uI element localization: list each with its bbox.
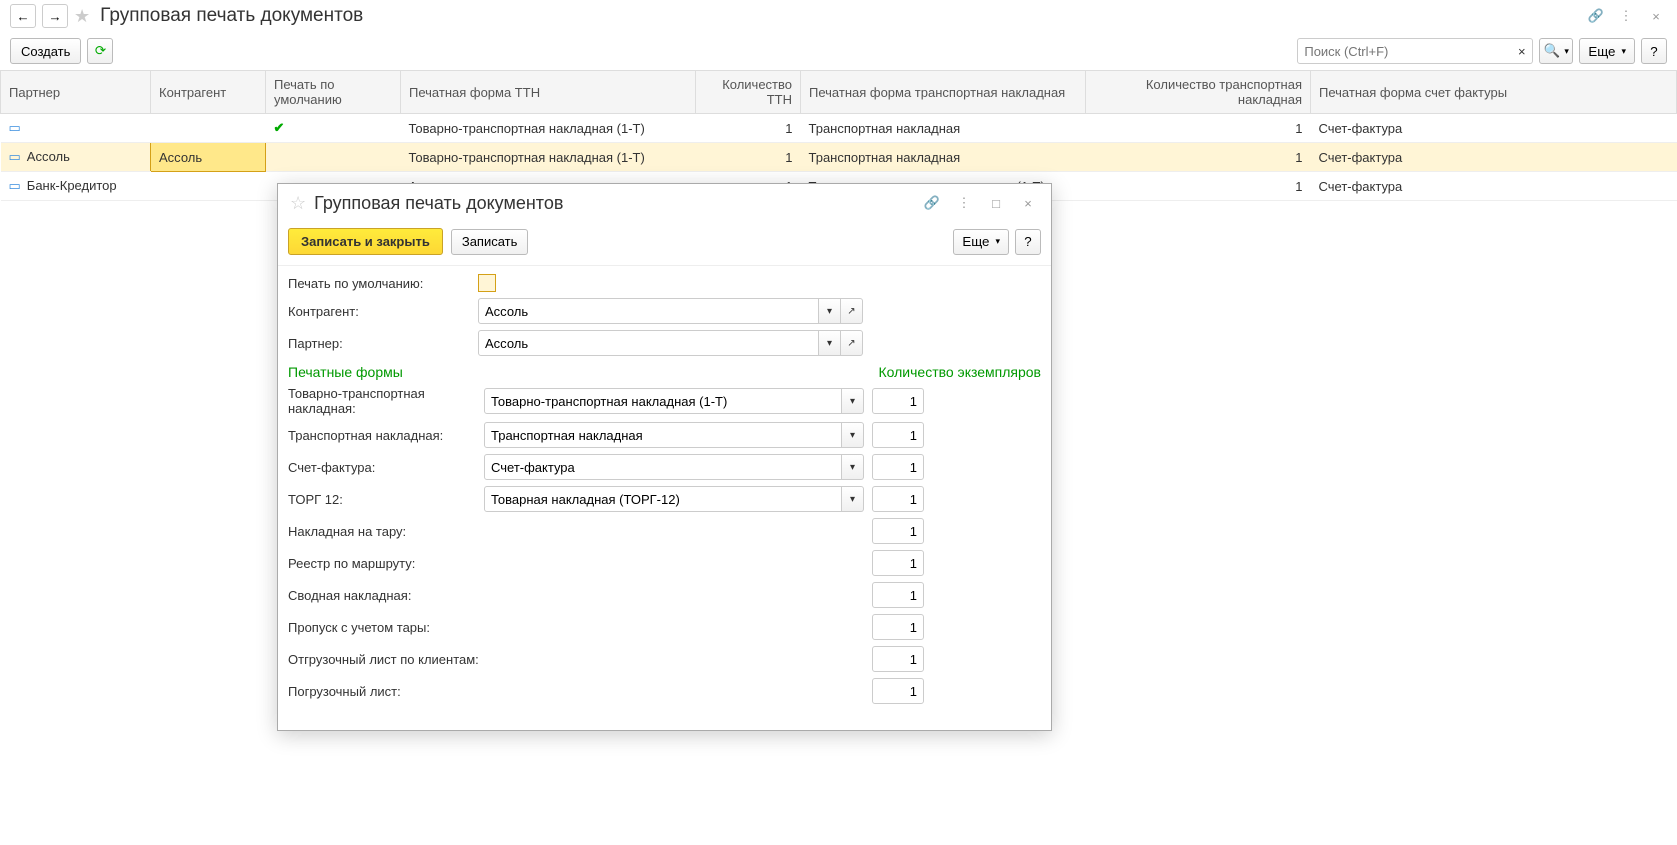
label-ttn: Товарно-транспортная накладная:	[288, 386, 484, 416]
create-button[interactable]: Создать	[10, 38, 81, 64]
torg12-select[interactable]	[484, 486, 842, 512]
dropdown-icon[interactable]: ▾	[842, 486, 864, 512]
qty-tara-input[interactable]	[872, 518, 924, 544]
label-tara: Накладная на тару:	[288, 524, 484, 539]
dialog-more-label: Еще	[962, 234, 989, 249]
ttn-select[interactable]	[484, 388, 842, 414]
dialog-body: Печать по умолчанию: Контрагент: ▾ ↗ Пар…	[278, 274, 1051, 730]
dialog-more-button[interactable]: Еще▾	[953, 229, 1009, 255]
more-button[interactable]: Еще▾	[1579, 38, 1635, 64]
dialog-link-icon[interactable]: 🔗	[921, 192, 943, 214]
dropdown-icon[interactable]: ▾	[819, 298, 841, 324]
card-icon: ▭	[9, 120, 21, 135]
qty-ttn-input[interactable]	[872, 388, 924, 414]
label-partner: Партнер:	[288, 336, 470, 351]
col-form-ttn[interactable]: Печатная форма ТТН	[401, 71, 696, 114]
contragent-input[interactable]	[478, 298, 819, 324]
dialog-maximize-icon[interactable]: □	[985, 192, 1007, 214]
print-default-checkbox[interactable]	[478, 274, 496, 292]
qty-propusk-input[interactable]	[872, 614, 924, 640]
label-contragent: Контрагент:	[288, 304, 470, 319]
label-pogruz: Погрузочный лист:	[288, 684, 484, 699]
col-print-default[interactable]: Печать по умолчанию	[266, 71, 401, 114]
main-toolbar: Создать ⟳ × 🔍▾ Еще▾ ?	[0, 32, 1677, 70]
label-propusk: Пропуск с учетом тары:	[288, 620, 484, 635]
close-icon[interactable]: ×	[1645, 5, 1667, 27]
col-contragent[interactable]: Контрагент	[151, 71, 266, 114]
dialog-title: Групповая печать документов	[314, 193, 563, 214]
section-forms-title: Печатные формы	[288, 364, 403, 380]
dialog-header: ☆ Групповая печать документов 🔗 ⋮ □ ×	[278, 184, 1051, 222]
dropdown-icon[interactable]: ▾	[842, 422, 864, 448]
refresh-button[interactable]: ⟳	[87, 38, 113, 64]
header-right: 🔗 ⋮ ×	[1585, 5, 1667, 27]
col-form-transport[interactable]: Печатная форма транспортная накладная	[801, 71, 1086, 114]
partner-input[interactable]	[478, 330, 819, 356]
kebab-menu-icon[interactable]: ⋮	[1615, 5, 1637, 27]
dropdown-icon[interactable]: ▾	[842, 454, 864, 480]
data-table: Партнер Контрагент Печать по умолчанию П…	[0, 70, 1677, 201]
search-input[interactable]	[1297, 38, 1517, 64]
label-otgruz: Отгрузочный лист по клиентам:	[288, 652, 484, 667]
card-icon: ▭	[9, 178, 21, 193]
dialog-toolbar: Записать и закрыть Записать Еще▾ ?	[278, 222, 1051, 266]
table-row[interactable]: ▭Ассоль Ассоль Товарно-транспортная накл…	[1, 143, 1677, 172]
dialog-star-icon[interactable]: ☆	[290, 193, 306, 214]
label-svodnaya: Сводная накладная:	[288, 588, 484, 603]
label-print-default: Печать по умолчанию:	[288, 276, 470, 291]
toolbar-right: × 🔍▾ Еще▾ ?	[1297, 38, 1667, 64]
qty-transport-input[interactable]	[872, 422, 924, 448]
label-invoice: Счет-фактура:	[288, 460, 484, 475]
help-button[interactable]: ?	[1641, 38, 1667, 64]
label-torg12: ТОРГ 12:	[288, 492, 484, 507]
search-button[interactable]: 🔍▾	[1539, 38, 1573, 64]
page-title: Групповая печать документов	[100, 5, 363, 27]
invoice-select[interactable]	[484, 454, 842, 480]
transport-select[interactable]	[484, 422, 842, 448]
header-bar: ← → ★ Групповая печать документов 🔗 ⋮ ×	[0, 0, 1677, 32]
qty-otgruz-input[interactable]	[872, 646, 924, 672]
favorite-star-icon[interactable]: ★	[74, 6, 90, 27]
nav-forward-button[interactable]: →	[42, 4, 68, 28]
label-transport: Транспортная накладная:	[288, 428, 484, 443]
save-button[interactable]: Записать	[451, 229, 529, 255]
label-reestr: Реестр по маршруту:	[288, 556, 484, 571]
qty-pogruz-input[interactable]	[872, 678, 924, 704]
qty-invoice-input[interactable]	[872, 454, 924, 480]
qty-reestr-input[interactable]	[872, 550, 924, 576]
save-close-button[interactable]: Записать и закрыть	[288, 228, 443, 255]
card-icon: ▭	[9, 149, 21, 164]
col-qty-ttn[interactable]: Количество ТТН	[696, 71, 801, 114]
check-icon: ✔	[274, 120, 285, 135]
section-qty-title: Количество экземпляров	[878, 364, 1041, 380]
link-icon[interactable]: 🔗	[1585, 5, 1607, 27]
col-form-invoice[interactable]: Печатная форма счет фактуры	[1311, 71, 1677, 114]
dialog-kebab-icon[interactable]: ⋮	[953, 192, 975, 214]
dropdown-icon[interactable]: ▾	[842, 388, 864, 414]
nav-back-button[interactable]: ←	[10, 4, 36, 28]
col-qty-transport[interactable]: Количество транспортная накладная	[1086, 71, 1311, 114]
qty-torg12-input[interactable]	[872, 486, 924, 512]
search-clear-button[interactable]: ×	[1511, 38, 1533, 64]
col-partner[interactable]: Партнер	[1, 71, 151, 114]
dialog-help-button[interactable]: ?	[1015, 229, 1041, 255]
qty-svodnaya-input[interactable]	[872, 582, 924, 608]
table-row[interactable]: ▭ ✔ Товарно-транспортная накладная (1-Т)…	[1, 114, 1677, 143]
edit-dialog: ☆ Групповая печать документов 🔗 ⋮ □ × За…	[277, 183, 1052, 731]
open-icon[interactable]: ↗	[841, 298, 863, 324]
open-icon[interactable]: ↗	[841, 330, 863, 356]
dialog-close-icon[interactable]: ×	[1017, 192, 1039, 214]
dropdown-icon[interactable]: ▾	[819, 330, 841, 356]
more-label: Еще	[1588, 44, 1615, 59]
